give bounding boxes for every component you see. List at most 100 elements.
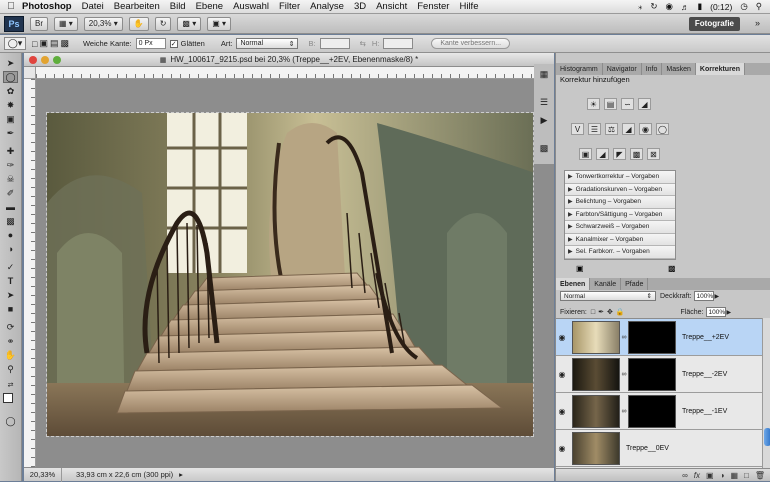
layer-name[interactable]: Treppe__+2EV [682, 334, 729, 341]
layer-row[interactable]: ◉ Treppe__0EV [556, 430, 762, 467]
levels-icon[interactable]: ▤ [604, 98, 617, 110]
tab-info[interactable]: Info [642, 63, 663, 75]
zoom-window-icon[interactable] [53, 56, 61, 64]
preset-item[interactable]: ▶ Tonwertkorrektur – Vorgaben [565, 171, 675, 184]
invert-icon[interactable]: ▣ [579, 148, 592, 160]
opacity-input[interactable]: 100% [693, 291, 714, 301]
gradient-map-icon[interactable]: ▩ [630, 148, 643, 160]
height-input[interactable] [383, 38, 414, 49]
layer-row[interactable]: ◉ ∞ Treppe__-1EV [556, 393, 762, 430]
arrange-documents-button[interactable]: ▩ ▾ [177, 16, 202, 31]
layers-scrollbar[interactable] [762, 318, 770, 468]
mask-link-icon[interactable]: ∞ [620, 371, 628, 378]
curves-icon[interactable]: ∽ [621, 98, 634, 110]
clone-stamp-tool-icon[interactable]: ☠ [3, 173, 18, 185]
history-panel-icon[interactable]: ▦ [537, 68, 551, 80]
lasso-tool-icon[interactable]: ✿ [3, 85, 18, 97]
adjustment-new-layer-icon[interactable]: ▣ [576, 264, 584, 273]
menu-analyse[interactable]: Analyse [310, 1, 344, 12]
channel-mixer-icon[interactable]: ◯ [656, 123, 669, 135]
scrollbar-thumb[interactable] [764, 428, 770, 446]
workspace-more-icon[interactable]: » [755, 18, 760, 28]
bridge-button[interactable]: Br [30, 16, 48, 31]
delete-layer-icon[interactable]: 🗑 [755, 471, 765, 480]
mask-link-icon[interactable]: ∞ [620, 408, 628, 415]
style-select[interactable]: Normal ⇕ [236, 38, 299, 49]
eyedropper-tool-icon[interactable]: ✒ [3, 127, 18, 139]
ruler-horizontal[interactable] [36, 67, 554, 79]
gradient-tool-icon[interactable]: ▩ [3, 215, 18, 227]
selection-subtract-icon[interactable]: ▤ [50, 38, 59, 49]
layer-name[interactable]: Treppe__0EV [626, 445, 669, 452]
visibility-eye-icon[interactable]: ◉ [556, 407, 568, 416]
layer-row[interactable]: ◉ ∞ Treppe__+2EV [556, 319, 762, 356]
history-brush-tool-icon[interactable]: ✐ [3, 187, 18, 199]
preset-item[interactable]: ▶ Schwarzweiß – Vorgaben [565, 221, 675, 234]
selection-add-icon[interactable]: ▣ [39, 38, 48, 49]
selective-color-icon[interactable]: ⊠ [647, 148, 660, 160]
workspace-button[interactable]: Fotografie [688, 16, 740, 31]
tab-paths[interactable]: Pfade [621, 278, 649, 290]
lock-all-icon[interactable]: 🔒 [616, 308, 625, 316]
battery-icon[interactable]: ▮ [697, 1, 702, 12]
status-menu-arrow-icon[interactable]: ▸ [179, 470, 183, 479]
clone-source-panel-icon[interactable]: ▩ [537, 142, 551, 154]
visibility-eye-icon[interactable]: ◉ [556, 333, 568, 342]
width-input[interactable] [319, 38, 350, 49]
posterize-icon[interactable]: ◢ [596, 148, 609, 160]
apple-icon[interactable]:  [0, 1, 22, 12]
foreground-color-swatch[interactable] [3, 393, 13, 403]
layer-thumbnail[interactable] [572, 320, 620, 354]
menu-fenster[interactable]: Fenster [417, 1, 449, 12]
volume-icon[interactable]: ♬ [681, 2, 690, 12]
menu-bearbeiten[interactable]: Bearbeiten [114, 1, 160, 12]
healing-brush-tool-icon[interactable]: ✚ [3, 145, 18, 157]
close-window-icon[interactable] [29, 56, 37, 64]
brightness-icon[interactable]: ☀ [587, 98, 600, 110]
shape-tool-icon[interactable]: ■ [3, 303, 18, 315]
exposure-icon[interactable]: ◢ [638, 98, 651, 110]
hue-saturation-icon[interactable]: ☰ [588, 123, 601, 135]
selection-intersect-icon[interactable]: ▩ [60, 38, 69, 49]
layer-thumbnail[interactable] [572, 357, 620, 391]
layer-mask-thumbnail[interactable] [628, 394, 676, 428]
preset-item[interactable]: ▶ Farbton/Sättigung – Vorgaben [565, 208, 675, 221]
photo-filter-icon[interactable]: ◉ [639, 123, 652, 135]
vibrance-icon[interactable]: V [571, 123, 584, 135]
dodge-tool-icon[interactable]: ◑ [3, 243, 18, 255]
swap-colors-icon[interactable]: ⇄ [3, 379, 18, 391]
menu-auswahl[interactable]: Auswahl [233, 1, 269, 12]
brush-tool-icon[interactable]: ✑ [3, 159, 18, 171]
lock-position-icon[interactable]: ✥ [607, 308, 613, 316]
layer-style-icon[interactable]: fx [694, 471, 700, 480]
feather-input[interactable]: 0 Px [135, 38, 166, 49]
menu-hilfe[interactable]: Hilfe [459, 1, 478, 12]
spotlight-icon[interactable]: ⚲ [756, 1, 762, 12]
layer-row[interactable]: ◉ ∞ Treppe__-2EV [556, 356, 762, 393]
tab-adjustments[interactable]: Korrekturen [695, 63, 745, 75]
tab-channels[interactable]: Kanäle [590, 278, 622, 290]
layer-thumbnail[interactable] [572, 431, 620, 465]
menu-datei[interactable]: Datei [82, 1, 104, 12]
layer-thumbnail[interactable] [572, 394, 620, 428]
fill-slider-icon[interactable]: ▶ [727, 309, 732, 316]
preset-item[interactable]: ▶ Belichtung – Vorgaben [565, 196, 675, 209]
eraser-tool-icon[interactable]: ▬ [3, 201, 18, 213]
refine-edge-button[interactable]: Kante verbessern... [431, 38, 511, 49]
clock-icon[interactable]: ◷ [740, 1, 747, 12]
blur-tool-icon[interactable]: ● [3, 229, 18, 241]
zoom-tool-icon[interactable]: ⚲ [3, 363, 18, 375]
3d-rotate-tool-icon[interactable]: ⟳ [3, 321, 18, 333]
bluetooth-icon[interactable]: ⁎ [638, 1, 642, 12]
play-panel-icon[interactable]: ▶ [537, 114, 551, 126]
menu-ebene[interactable]: Ebene [196, 1, 223, 12]
canvas-area[interactable] [36, 79, 554, 467]
tab-histogram[interactable]: Histogramm [556, 63, 603, 75]
sync-icon[interactable]: ↻ [650, 1, 657, 12]
add-mask-icon[interactable]: ▣ [706, 471, 714, 480]
link-layers-icon[interactable]: ∞ [682, 471, 688, 480]
wifi-icon[interactable]: ◉ [666, 1, 673, 12]
preset-item[interactable]: ▶ Sel. Farbkorr. – Vorgaben [565, 246, 675, 259]
fill-input[interactable]: 100% [705, 307, 726, 317]
minimize-window-icon[interactable] [41, 56, 49, 64]
